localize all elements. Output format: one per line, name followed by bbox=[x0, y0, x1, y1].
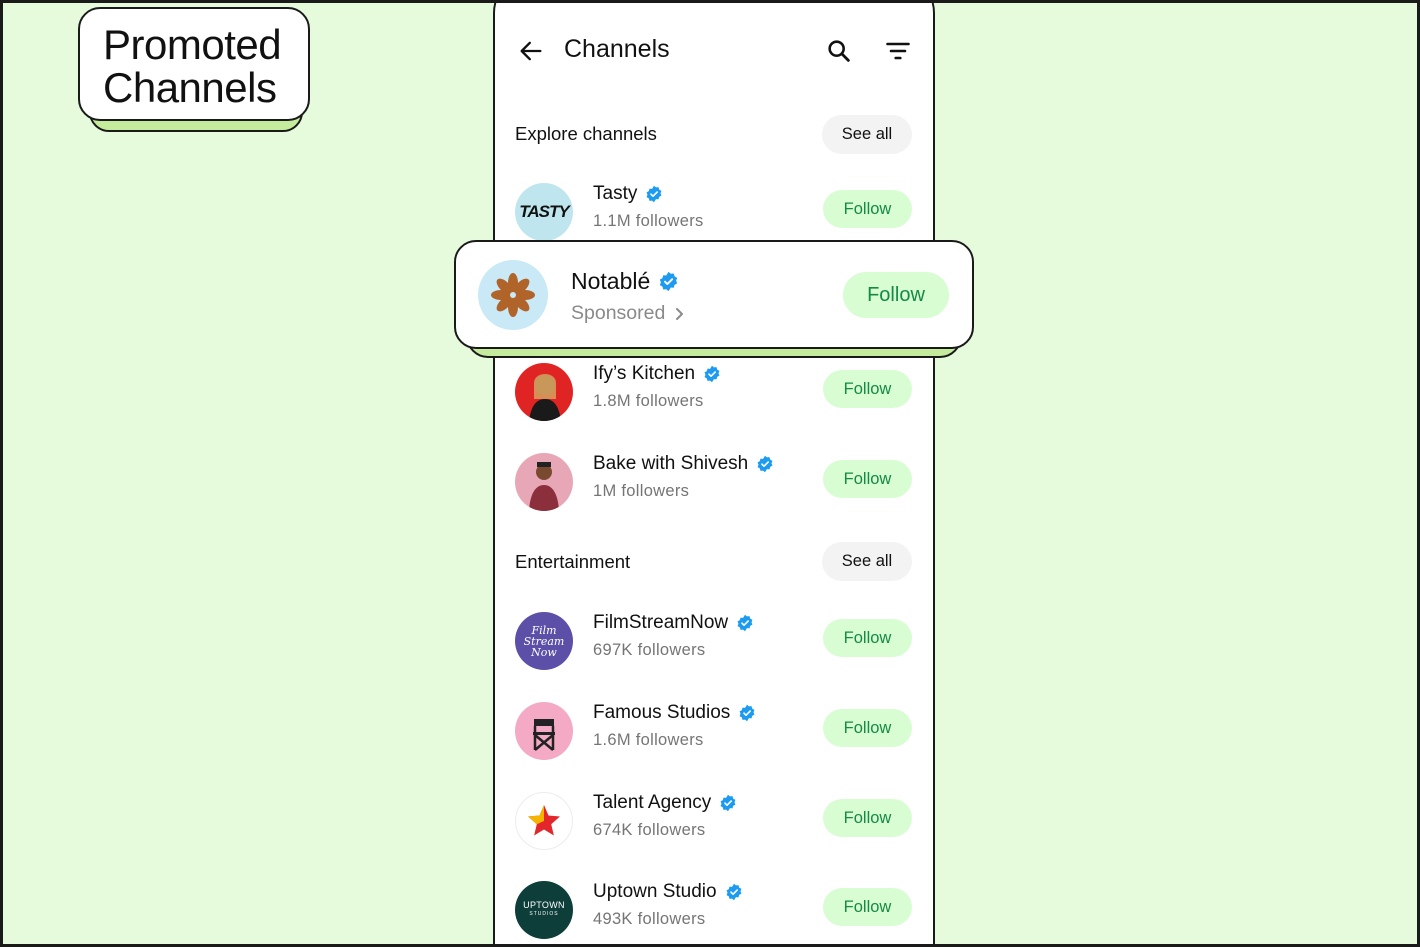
person-photo-icon bbox=[529, 462, 559, 511]
verified-badge-icon bbox=[646, 185, 662, 203]
follower-count: 674K followers bbox=[593, 821, 706, 839]
filmstream-logo-text-2: Stream bbox=[523, 634, 565, 648]
search-icon[interactable] bbox=[825, 37, 853, 65]
sponsored-follow-button[interactable]: Follow bbox=[843, 272, 949, 318]
follower-count: 1M followers bbox=[593, 482, 690, 500]
canvas: Promoted Channels Channels Explore chann… bbox=[3, 3, 1417, 944]
follow-button[interactable]: Follow bbox=[823, 888, 912, 926]
tasty-logo-text: TASTY bbox=[519, 202, 569, 221]
see-all-button-entertainment[interactable]: See all bbox=[822, 542, 912, 581]
channel-name: Bake with Shivesh bbox=[593, 453, 749, 474]
follow-button[interactable]: Follow bbox=[823, 370, 912, 408]
channel-name-line: Bake with Shivesh bbox=[593, 453, 774, 475]
follow-button[interactable]: Follow bbox=[823, 619, 912, 657]
filmstream-logo-text-3: Now bbox=[531, 645, 557, 659]
follower-count: 1.1M followers bbox=[593, 212, 704, 230]
avatar-filmstreamnow: Film Stream Now bbox=[515, 612, 573, 670]
avatar-tasty: TASTY bbox=[515, 183, 573, 241]
section-title-explore: Explore channels bbox=[515, 123, 657, 144]
verified-badge-icon bbox=[660, 271, 678, 292]
person-photo-icon bbox=[529, 374, 561, 421]
channel-name-line: Ify’s Kitchen bbox=[593, 363, 721, 385]
channel-name: Talent Agency bbox=[593, 792, 712, 813]
follow-button[interactable]: Follow bbox=[823, 709, 912, 747]
verified-badge-icon bbox=[726, 883, 742, 901]
channel-name-line: FilmStreamNow bbox=[593, 612, 754, 634]
follower-count: 697K followers bbox=[593, 641, 706, 659]
avatar-famous-studios bbox=[515, 702, 573, 760]
channel-name-line: Talent Agency bbox=[593, 792, 737, 814]
list-item[interactable]: Film Stream Now FilmStreamNow 697K follo… bbox=[495, 604, 933, 684]
follow-button[interactable]: Follow bbox=[823, 799, 912, 837]
channel-name: Tasty bbox=[593, 183, 638, 204]
verified-badge-icon bbox=[720, 794, 736, 812]
chevron-right-icon bbox=[676, 307, 684, 320]
list-item[interactable]: Talent Agency 674K followers Follow bbox=[495, 784, 933, 864]
see-all-button-explore[interactable]: See all bbox=[822, 115, 912, 154]
flower-logo-icon bbox=[491, 273, 535, 317]
list-item[interactable]: UPTOWN STUDIOS Uptown Studio 493K follow… bbox=[495, 873, 933, 944]
follower-count: 493K followers bbox=[593, 910, 706, 928]
channel-name-line: Uptown Studio bbox=[593, 881, 743, 903]
sponsored-channel-name: Notablé bbox=[571, 268, 651, 294]
sponsored-label: Sponsored bbox=[571, 302, 666, 324]
channel-name-line: Famous Studios bbox=[593, 702, 756, 724]
channel-name: Uptown Studio bbox=[593, 881, 717, 902]
follower-count: 1.6M followers bbox=[593, 731, 704, 749]
back-arrow-icon[interactable] bbox=[517, 37, 545, 65]
sponsored-channel-card[interactable]: Notablé Sponsored Follow bbox=[454, 240, 974, 349]
sponsored-name-line: Notablé bbox=[571, 268, 679, 295]
section-title-entertainment: Entertainment bbox=[515, 551, 631, 572]
verified-badge-icon bbox=[739, 704, 755, 722]
avatar-notable bbox=[478, 260, 548, 330]
verified-badge-icon bbox=[737, 614, 753, 632]
avatar-bake-with-shivesh bbox=[515, 453, 573, 511]
sponsored-link[interactable]: Sponsored bbox=[571, 302, 685, 325]
avatar-talent-agency bbox=[515, 792, 573, 850]
uptown-logo-text-1: UPTOWN bbox=[523, 900, 565, 910]
channel-name: FilmStreamNow bbox=[593, 612, 729, 633]
follow-button[interactable]: Follow bbox=[823, 190, 912, 228]
uptown-logo-text-2: STUDIOS bbox=[529, 911, 559, 917]
promo-label: Promoted Channels bbox=[78, 7, 310, 121]
verified-badge-icon bbox=[757, 455, 773, 473]
list-item[interactable]: Ify’s Kitchen 1.8M followers Follow bbox=[495, 355, 933, 435]
list-item[interactable]: Famous Studios 1.6M followers Follow bbox=[495, 694, 933, 774]
channel-name-line: Tasty bbox=[593, 183, 663, 205]
channel-name: Ify’s Kitchen bbox=[593, 363, 696, 384]
avatar-uptown-studio: UPTOWN STUDIOS bbox=[515, 881, 573, 939]
filter-icon[interactable] bbox=[884, 37, 912, 65]
phone-screen: Channels Explore channels See all TASTY … bbox=[493, 3, 935, 944]
promo-label-line2: Channels bbox=[103, 64, 277, 111]
promo-label-line1: Promoted bbox=[103, 21, 282, 68]
follower-count: 1.8M followers bbox=[593, 392, 704, 410]
top-app-bar: Channels bbox=[495, 25, 933, 77]
director-chair-icon bbox=[533, 719, 555, 751]
avatar-ifys-kitchen bbox=[515, 363, 573, 421]
star-logo-icon bbox=[528, 805, 560, 836]
verified-badge-icon bbox=[704, 365, 720, 383]
filmstream-logo-text-1: Film bbox=[531, 623, 557, 637]
page-title: Channels bbox=[564, 35, 670, 63]
channel-name: Famous Studios bbox=[593, 702, 731, 723]
list-item[interactable]: Bake with Shivesh 1M followers Follow bbox=[495, 445, 933, 525]
follow-button[interactable]: Follow bbox=[823, 460, 912, 498]
